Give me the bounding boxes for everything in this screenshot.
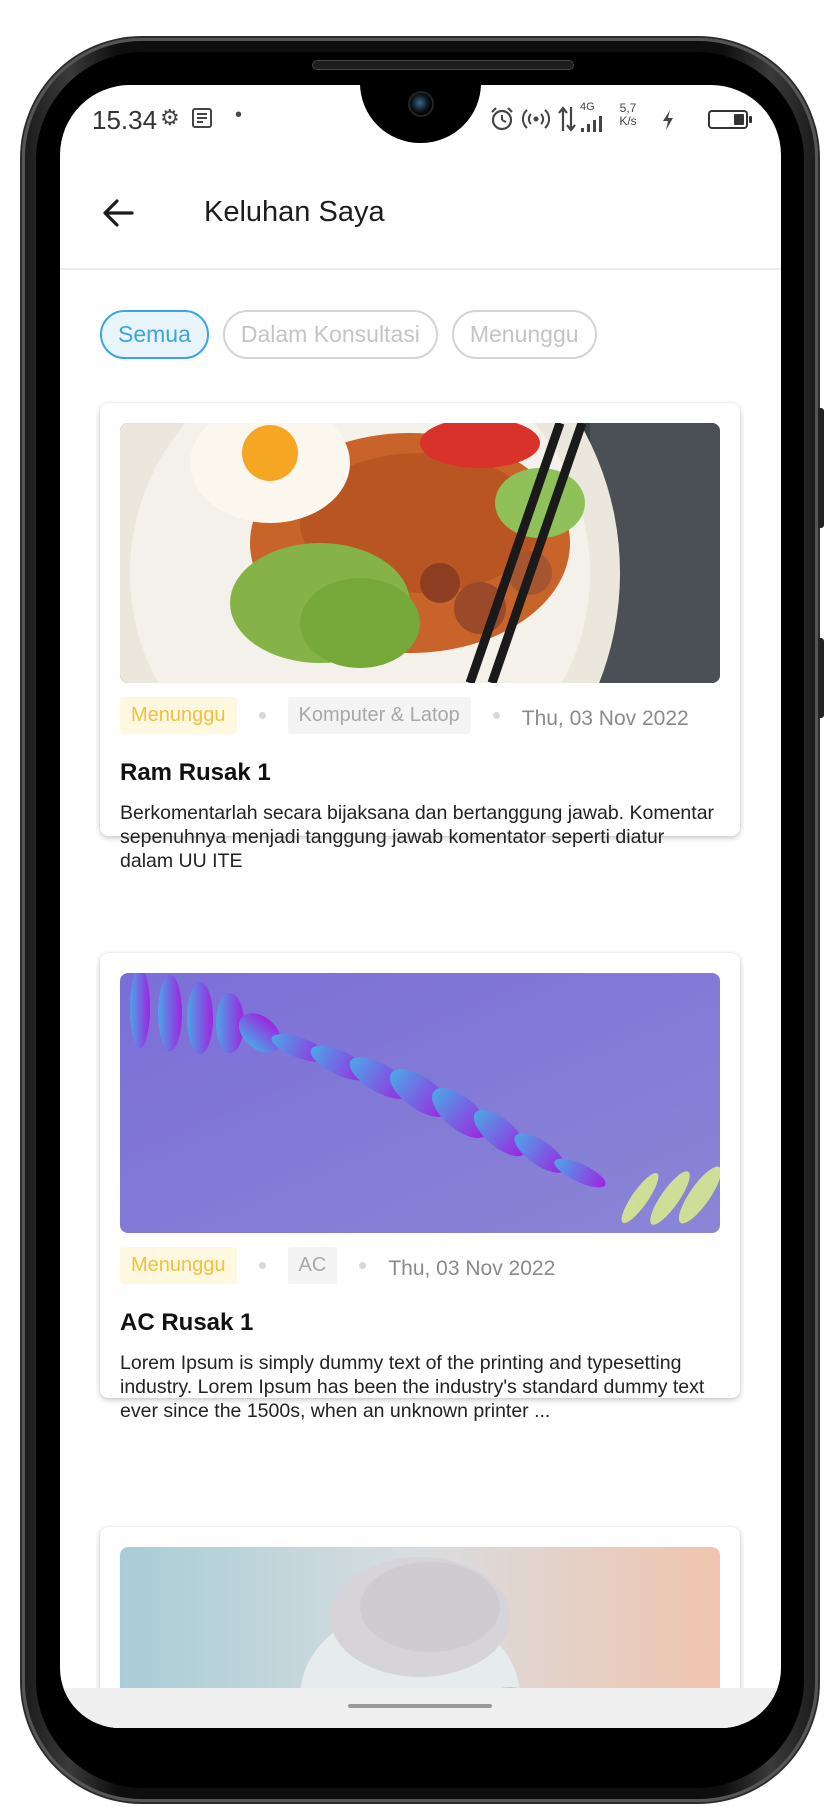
- network-type: 4G: [580, 101, 595, 113]
- gesture-navigation-bar: [60, 1688, 781, 1728]
- filter-chip-dalam-konsultasi[interactable]: Dalam Konsultasi: [222, 310, 438, 359]
- power-button: [818, 638, 824, 718]
- earpiece-speaker: [312, 60, 574, 70]
- news-icon: [192, 108, 212, 128]
- complaint-title: AC Rusak 1: [120, 1309, 254, 1336]
- filter-chip-semua[interactable]: Semua: [100, 310, 209, 359]
- complaint-description: Lorem Ipsum is simply dummy text of the …: [120, 1352, 705, 1422]
- signal-icon: [581, 116, 602, 132]
- notification-dot-icon: •: [235, 104, 243, 126]
- complaint-date: Thu, 03 Nov 2022: [521, 707, 689, 730]
- status-badge: Menunggu: [120, 696, 237, 734]
- phone-screen: 15.34 ⚙ • 4G 5,7 K/s Keluhan Saya Semua …: [60, 85, 781, 1728]
- page-title: Keluhan Saya: [204, 196, 385, 228]
- separator-dot: [258, 711, 266, 719]
- front-camera: [408, 91, 434, 117]
- arrow-left-icon[interactable]: [98, 192, 140, 234]
- home-indicator[interactable]: [348, 1704, 492, 1708]
- separator-dot: [258, 1261, 266, 1269]
- charging-icon: [663, 110, 673, 130]
- volume-button: [818, 408, 824, 528]
- separator-dot: [492, 711, 500, 719]
- category-badge: AC: [287, 1246, 338, 1284]
- complaint-title: Ram Rusak 1: [120, 759, 271, 786]
- settings-gear-icon: ⚙: [160, 105, 180, 130]
- status-badge: Menunggu: [120, 1246, 237, 1284]
- app-bar: Keluhan Saya: [60, 160, 781, 270]
- filter-chip-menunggu[interactable]: Menunggu: [451, 310, 597, 359]
- complaint-date: Thu, 03 Nov 2022: [388, 1257, 556, 1280]
- complaint-description: Berkomentarlah secara bijaksana dan bert…: [120, 802, 715, 872]
- data-transfer-icon: [558, 106, 576, 132]
- battery-icon: [708, 110, 752, 129]
- alarm-icon: [491, 107, 513, 131]
- hotspot-icon: [522, 109, 550, 129]
- speed-unit: K/s: [619, 114, 637, 128]
- complaint-meta: Menunggu AC Thu, 03 Nov 2022: [120, 1245, 555, 1285]
- complaint-image-abstract-wave: [120, 973, 720, 1233]
- separator-dot: [359, 1261, 367, 1269]
- network-speed: 5,7 K/s: [614, 102, 642, 128]
- category-badge: Komputer & Latop: [287, 696, 471, 734]
- filter-chips: Semua Dalam Konsultasi Menunggu: [100, 310, 597, 360]
- complaint-image-food-bowl: [120, 423, 720, 683]
- complaint-card[interactable]: Menunggu AC Thu, 03 Nov 2022 AC Rusak 1 …: [100, 953, 740, 1422]
- battery-level: [734, 114, 744, 125]
- status-time: 15.34: [92, 105, 158, 135]
- complaint-meta: Menunggu Komputer & Latop Thu, 03 Nov 20…: [120, 695, 689, 735]
- complaint-card[interactable]: Menunggu Komputer & Latop Thu, 03 Nov 20…: [100, 403, 740, 872]
